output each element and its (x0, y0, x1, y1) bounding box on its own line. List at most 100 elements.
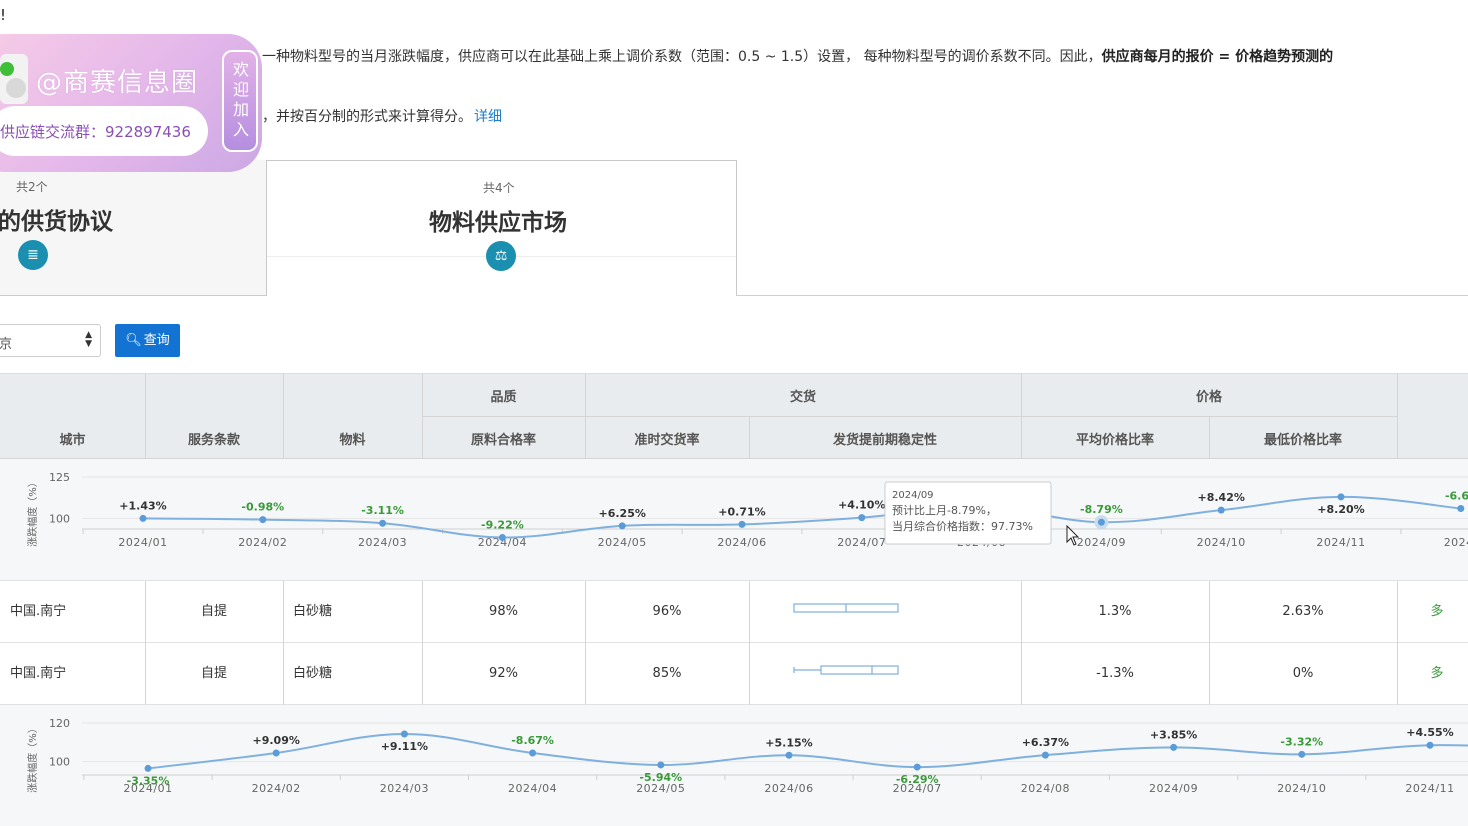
tab-baseline (736, 295, 1468, 296)
price-trend-chart-2: 涨跌幅度（%） 1201002024/01 2024/02 2024/03 2024/0… (26, 717, 1468, 795)
cell-min-price-ratio: 0% (1292, 666, 1314, 681)
data-label: +6.37% (1022, 736, 1069, 749)
tooltip-title: 2024/09 (892, 490, 934, 501)
leadtime-boxplot-2 (793, 665, 899, 675)
data-label: -8.67% (511, 734, 554, 747)
data-point[interactable] (618, 522, 626, 530)
price-trend-chart-row-1: 涨跌幅度（%） 125 100 2024/01 2024/02 2024/03 2024/0… (0, 459, 1468, 581)
data-label: -6.29% (896, 773, 939, 786)
column-header-material[interactable]: 物料 (283, 429, 422, 448)
x-tick-label: 2024/06 (764, 782, 813, 795)
cell-city: 中国.南宁 (10, 666, 67, 681)
y-tick-label: 120 (49, 717, 70, 730)
column-header-city[interactable]: 城市 (0, 429, 145, 448)
top-mark: ! (0, 6, 7, 24)
leadtime-boxplot-1 (793, 603, 899, 613)
data-point[interactable] (1217, 506, 1225, 514)
x-tick-label: 2024/03 (380, 782, 429, 795)
data-point[interactable] (785, 751, 793, 759)
x-tick-label: 2024/08 (1021, 782, 1070, 795)
x-tick-label: 2024/07 (837, 536, 886, 549)
column-header-leadtime-stability[interactable]: 发货提前期稳定性 (749, 429, 1021, 448)
tab-title: 的供货协议 (0, 209, 113, 235)
cell-quality-rate: 92% (489, 666, 518, 681)
y-tick-label: 100 (49, 756, 70, 769)
data-point[interactable] (1041, 751, 1049, 759)
tab-supply-agreement[interactable]: 共2个 的供货协议 ≣ (0, 160, 267, 296)
data-point[interactable] (529, 749, 537, 757)
data-point[interactable] (657, 761, 665, 769)
data-label: -0.98% (241, 501, 284, 514)
column-header-min-price-ratio[interactable]: 最低价格比率 (1209, 429, 1397, 448)
data-label: +9.09% (253, 734, 300, 747)
column-header-ontime-rate[interactable]: 准时交货率 (585, 429, 749, 448)
column-header-avg-price-ratio[interactable]: 平均价格比率 (1021, 429, 1209, 448)
x-tick-label: 2024/10 (1277, 782, 1326, 795)
data-point[interactable] (1298, 750, 1306, 758)
cell-material: 白砂糖 (293, 604, 333, 619)
y-axis-label: 涨跌幅度（%） (26, 723, 39, 793)
cell-terms: 自提 (200, 666, 227, 681)
data-point[interactable] (738, 520, 746, 528)
cell-material: 白砂糖 (293, 666, 333, 681)
x-tick-label: 2024/05 (598, 536, 647, 549)
table-header: 品质 交货 价格 城市 服务条款 物料 原料合格率 准时交货率 发货提前期稳定性… (0, 373, 1468, 460)
col-divider (1397, 374, 1398, 460)
x-tick-label: 2024/06 (717, 536, 766, 549)
x-tick-label: 2024/09 (1149, 782, 1198, 795)
data-point[interactable] (858, 514, 866, 522)
query-button[interactable]: 🔍︎ 查询 (115, 324, 180, 357)
col-divider (1021, 581, 1022, 705)
data-point[interactable] (1170, 743, 1178, 751)
data-point[interactable] (379, 519, 387, 527)
boxplot-box (820, 665, 899, 675)
cell-ontime-rate: 85% (652, 666, 682, 681)
data-point[interactable] (259, 516, 267, 524)
cell-action[interactable]: 多 (1397, 581, 1468, 643)
cell-min-price-ratio: 2.63% (1282, 604, 1324, 619)
data-point[interactable] (1097, 518, 1105, 526)
data-point[interactable] (498, 533, 506, 541)
detail-link[interactable]: 详细 (474, 109, 502, 125)
column-header-terms[interactable]: 服务条款 (145, 429, 283, 448)
data-point[interactable] (400, 730, 408, 738)
table-row[interactable]: 中国.南宁 自提 白砂糖 98% 96% 1.3% 2.63% 多 (0, 581, 1468, 643)
data-point[interactable] (913, 763, 921, 771)
promo-group-text: 供应链交流群：922897436 (0, 123, 191, 141)
data-point[interactable] (144, 764, 152, 772)
data-point[interactable] (139, 514, 147, 522)
y-axis-label: 涨跌幅度（%） (26, 477, 39, 547)
cell-city: 中国.南宁 (10, 604, 67, 619)
data-label: +8.42% (1198, 491, 1245, 504)
data-label: -3.32% (1280, 735, 1323, 748)
screen: ! 一种物料型号的当月涨跌幅度，供应商可以在此基础上乘上调价系数（范围：0.5 … (0, 0, 1468, 826)
x-tick-label: 2024/10 (1197, 536, 1246, 549)
city-select[interactable]: 京 ▲ ▼ (0, 324, 101, 357)
tab-material-market[interactable]: 共4个 物料供应市场 ⚖ (266, 160, 737, 296)
tab-title: 物料供应市场 (429, 210, 567, 236)
x-tick-label: 2024/01 (118, 536, 167, 549)
intro-formula: 供应商每月的报价 = 价格趋势预测的 (1101, 49, 1334, 65)
intro-text-2: ，并按百分制的形式来计算得分。 (262, 109, 472, 125)
data-label: +9.11% (381, 740, 428, 753)
cell-terms: 自提 (200, 604, 227, 619)
data-label: -9.22% (481, 518, 524, 531)
column-header-quality-rate[interactable]: 原料合格率 (422, 429, 585, 448)
intro-line-2: ，并按百分制的形式来计算得分。 详细 (262, 106, 502, 126)
table-row[interactable]: 中国.南宁 自提 白砂糖 92% 85% -1.3% 0% 多 (0, 643, 1468, 705)
cell-action[interactable]: 多 (1397, 643, 1468, 705)
col-divider (283, 581, 284, 705)
group-header-price: 价格 (1195, 390, 1222, 405)
wechat-icon (0, 62, 14, 76)
cell-avg-price-ratio: -1.3% (1096, 666, 1134, 681)
data-point[interactable] (1337, 493, 1345, 501)
data-point[interactable] (1457, 504, 1465, 512)
col-divider (585, 581, 586, 705)
cell-quality-rate: 98% (489, 604, 518, 619)
cell-leadtime-boxplot (749, 643, 1021, 705)
document-icon: ≣ (18, 240, 48, 270)
data-point[interactable] (1426, 741, 1434, 749)
x-tick-label: 2024/04 (508, 782, 557, 795)
data-point[interactable] (272, 749, 280, 757)
data-label: +4.55% (1406, 726, 1453, 739)
